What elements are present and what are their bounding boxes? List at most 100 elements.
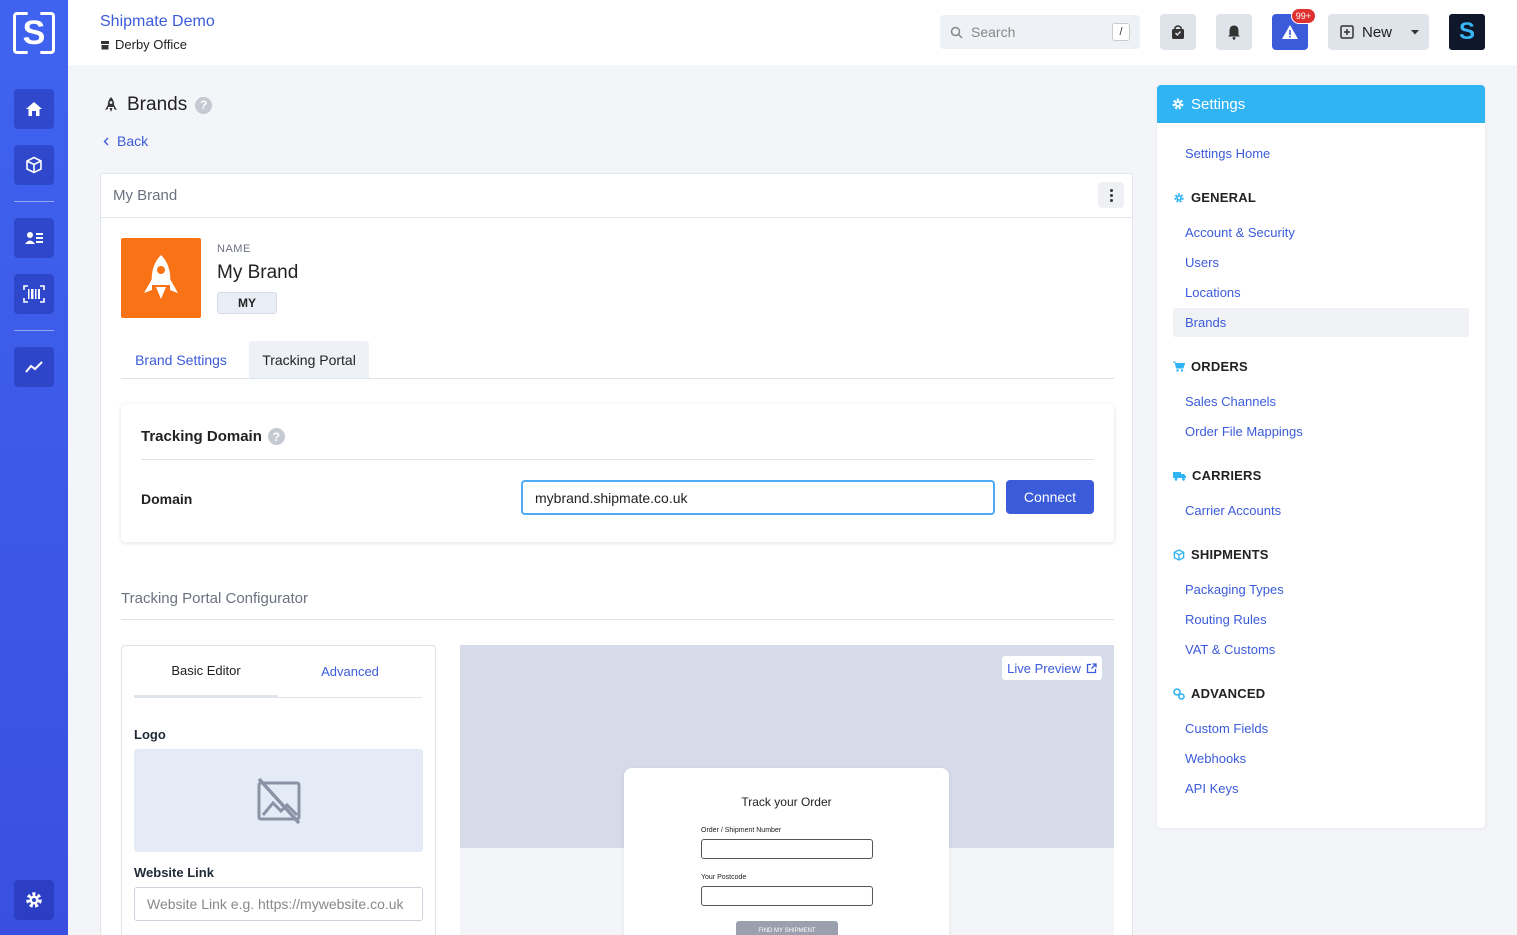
settings-link-webhooks[interactable]: Webhooks bbox=[1185, 751, 1246, 766]
settings-header: Settings bbox=[1157, 85, 1485, 123]
home-button[interactable] bbox=[14, 89, 54, 129]
preview-find-button: FIND MY SHIPMENT bbox=[736, 921, 838, 935]
alerts-button[interactable]: 99+ bbox=[1272, 8, 1316, 50]
top-bar: Shipmate Demo Derby Office Search / 99+ … bbox=[68, 0, 1517, 65]
box-icon bbox=[1173, 548, 1185, 561]
brand-card: My Brand NAME My Brand MY Brand Settings… bbox=[100, 173, 1133, 935]
scan-button[interactable] bbox=[14, 274, 54, 314]
bag-icon bbox=[1172, 25, 1184, 39]
contacts-button[interactable] bbox=[14, 218, 54, 258]
user-avatar[interactable]: S bbox=[1449, 14, 1485, 50]
left-rail: S bbox=[0, 0, 68, 935]
preview-field2-input bbox=[701, 886, 873, 906]
brand-card-header: My Brand bbox=[101, 174, 1132, 218]
section-general-label: GENERAL bbox=[1191, 190, 1256, 205]
office-selector[interactable]: Derby Office bbox=[100, 37, 187, 52]
notifications-button[interactable] bbox=[1216, 14, 1252, 50]
section-advanced-label: ADVANCED bbox=[1191, 686, 1266, 701]
preview-field1-label: Order / Shipment Number bbox=[701, 827, 782, 834]
kebab-dot bbox=[1109, 188, 1113, 192]
company-name[interactable]: Shipmate Demo bbox=[100, 13, 215, 31]
rail-divider bbox=[14, 201, 54, 202]
new-button-label: New bbox=[1362, 23, 1393, 41]
rocket-icon bbox=[105, 97, 117, 112]
store-icon bbox=[101, 40, 109, 49]
settings-link-custom-fields[interactable]: Custom Fields bbox=[1185, 721, 1268, 736]
bell-icon bbox=[1228, 25, 1240, 40]
tab-brand-settings[interactable]: Brand Settings bbox=[121, 341, 241, 378]
settings-link-sales-channels[interactable]: Sales Channels bbox=[1185, 394, 1276, 409]
avatar-letter: S bbox=[1458, 18, 1475, 45]
section-general: GENERAL bbox=[1173, 190, 1256, 205]
more-options-button[interactable] bbox=[1098, 182, 1124, 208]
settings-link-locations[interactable]: Locations bbox=[1185, 285, 1241, 300]
external-link-icon bbox=[1086, 662, 1097, 673]
preview-track-card: Track your Order Order / Shipment Number… bbox=[624, 768, 949, 935]
settings-link-account-security[interactable]: Account & Security bbox=[1185, 225, 1295, 240]
brand-tabs: Brand Settings Tracking Portal bbox=[121, 341, 1114, 379]
settings-home-link[interactable]: Settings Home bbox=[1185, 146, 1270, 161]
search-box[interactable]: Search / bbox=[940, 15, 1140, 49]
tracking-domain-title-text: Tracking Domain bbox=[141, 428, 262, 445]
home-icon bbox=[26, 102, 42, 116]
settings-link-order-file-mappings[interactable]: Order File Mappings bbox=[1185, 424, 1303, 439]
reports-button[interactable] bbox=[14, 347, 54, 387]
settings-link-api-keys[interactable]: API Keys bbox=[1185, 781, 1238, 796]
configurator-title: Tracking Portal Configurator bbox=[121, 590, 309, 607]
live-preview-button[interactable]: Live Preview bbox=[1002, 656, 1102, 680]
contacts-icon bbox=[25, 232, 43, 244]
settings-link-users[interactable]: Users bbox=[1185, 255, 1219, 270]
search-placeholder: Search bbox=[971, 24, 1016, 40]
help-icon[interactable]: ? bbox=[267, 428, 285, 445]
settings-link-packaging-types[interactable]: Packaging Types bbox=[1185, 582, 1284, 597]
website-input[interactable] bbox=[134, 887, 423, 921]
logo-label: Logo bbox=[134, 727, 166, 742]
cart-icon bbox=[1173, 361, 1185, 372]
chevron-left-icon bbox=[103, 137, 109, 145]
brand-logo[interactable] bbox=[121, 238, 201, 318]
tab-basic-editor[interactable]: Basic Editor bbox=[134, 646, 278, 698]
website-label: Website Link bbox=[134, 865, 214, 880]
domain-input[interactable] bbox=[521, 480, 995, 515]
section-orders-label: ORDERS bbox=[1191, 359, 1248, 374]
back-label: Back bbox=[117, 133, 149, 149]
no-image-icon bbox=[257, 777, 300, 824]
settings-link-carrier-accounts[interactable]: Carrier Accounts bbox=[1185, 503, 1281, 518]
settings-button[interactable] bbox=[14, 880, 54, 920]
back-link[interactable]: Back bbox=[103, 133, 148, 149]
chart-icon bbox=[25, 361, 43, 373]
connect-button[interactable]: Connect bbox=[1006, 480, 1094, 514]
alerts-badge: 99+ bbox=[1290, 8, 1316, 24]
domain-label: Domain bbox=[141, 491, 193, 507]
preview-field1-input bbox=[701, 839, 873, 859]
tab-tracking-portal[interactable]: Tracking Portal bbox=[249, 341, 369, 378]
gear-icon bbox=[1172, 98, 1184, 110]
settings-link-routing-rules[interactable]: Routing Rules bbox=[1185, 612, 1267, 627]
editor-panel: Basic Editor Advanced Logo Website Link bbox=[121, 645, 436, 935]
new-button[interactable]: New bbox=[1328, 14, 1429, 50]
section-advanced: ADVANCED bbox=[1173, 686, 1265, 701]
truck-icon bbox=[1173, 471, 1186, 481]
tab-advanced[interactable]: Advanced bbox=[278, 646, 422, 698]
logo-upload-area[interactable] bbox=[134, 749, 423, 852]
portal-preview: Live Preview Track your Order Order / Sh… bbox=[460, 645, 1114, 935]
help-icon[interactable]: ? bbox=[195, 96, 213, 114]
search-icon bbox=[950, 26, 963, 39]
brand-name: My Brand bbox=[217, 262, 299, 283]
settings-link-vat-customs[interactable]: VAT & Customs bbox=[1185, 642, 1275, 657]
divider bbox=[121, 619, 1114, 620]
section-carriers-label: CARRIERS bbox=[1192, 468, 1262, 483]
kebab-dot bbox=[1109, 193, 1113, 197]
section-orders: ORDERS bbox=[1173, 359, 1248, 374]
orders-button[interactable] bbox=[1160, 14, 1196, 50]
page-title: Brands ? bbox=[103, 94, 213, 116]
barcode-icon bbox=[23, 285, 45, 303]
shipments-button[interactable] bbox=[14, 145, 54, 185]
app-logo[interactable]: S bbox=[13, 12, 55, 54]
preview-title: Track your Order bbox=[741, 795, 832, 809]
divider bbox=[141, 459, 1094, 460]
settings-link-brands[interactable]: Brands bbox=[1185, 315, 1226, 330]
box-icon bbox=[26, 156, 42, 174]
rail-divider bbox=[14, 330, 54, 331]
page-title-text: Brands bbox=[127, 94, 188, 115]
